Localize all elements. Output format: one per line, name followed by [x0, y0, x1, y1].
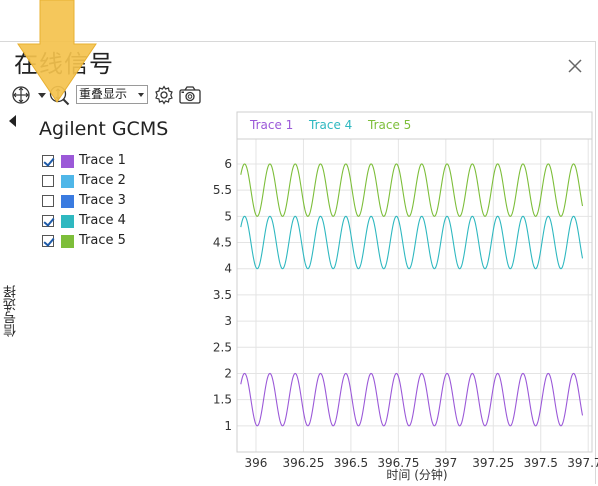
pointer-arrow-icon: [17, 0, 97, 103]
